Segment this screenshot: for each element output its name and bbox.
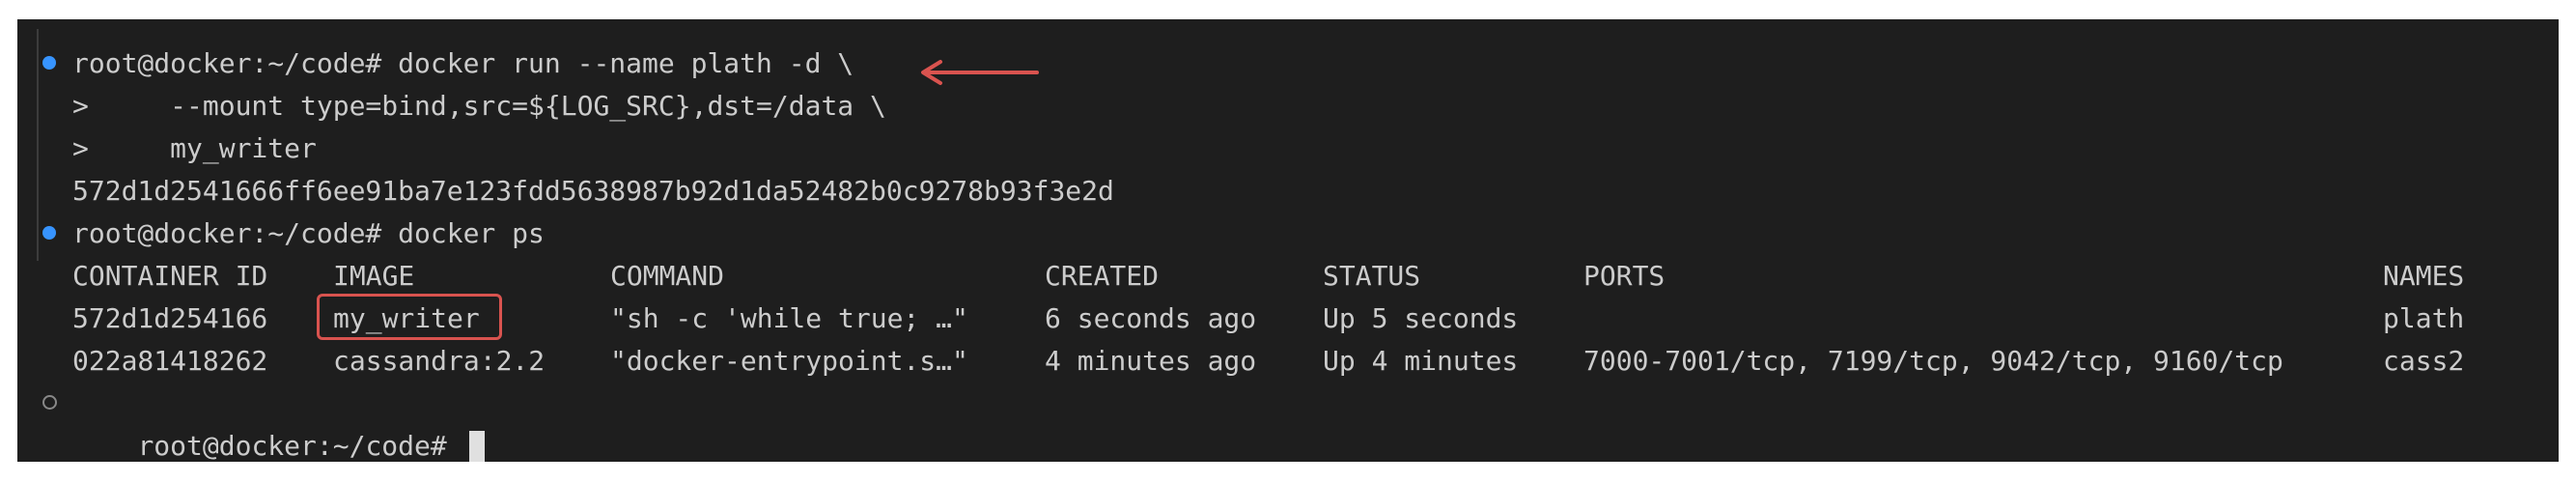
command-success-marker-icon[interactable] — [42, 56, 56, 70]
cell-status: Up 4 minutes — [1323, 345, 1519, 377]
terminal-panel[interactable]: root@docker:~/code# docker run --name pl… — [17, 19, 2559, 462]
terminal-cursor — [468, 431, 485, 462]
command-success-marker-icon[interactable] — [42, 226, 56, 240]
highlight-box-annotation — [317, 294, 502, 340]
command-gutter — [37, 29, 39, 261]
prompt-text: root@docker:~/code# — [137, 430, 463, 462]
header-container-id: CONTAINER ID — [72, 260, 268, 292]
cell-status: Up 5 seconds — [1323, 302, 1519, 334]
command-pending-marker-icon[interactable] — [42, 395, 57, 410]
command-line-docker-run: root@docker:~/code# docker run --name pl… — [72, 47, 854, 79]
cell-names: cass2 — [2383, 345, 2465, 377]
cell-ports: 7000-7001/tcp, 7199/tcp, 9042/tcp, 9160/… — [1583, 345, 2283, 377]
cell-created: 6 seconds ago — [1045, 302, 1257, 334]
cell-created: 4 minutes ago — [1045, 345, 1257, 377]
cell-container-id: 022a81418262 — [72, 345, 268, 377]
cell-command: "sh -c 'while true; …" — [610, 302, 968, 334]
cell-container-id: 572d1d254166 — [72, 302, 268, 334]
continuation-line-mount: > --mount type=bind,src=${LOG_SRC},dst=/… — [72, 90, 886, 122]
cell-image: cassandra:2.2 — [333, 345, 546, 377]
command-prompt[interactable]: root@docker:~/code# — [72, 383, 485, 462]
header-command: COMMAND — [610, 260, 725, 292]
arrow-left-icon — [921, 60, 1039, 85]
header-ports: PORTS — [1583, 260, 1666, 292]
cell-command: "docker-entrypoint.s…" — [610, 345, 968, 377]
header-names: NAMES — [2383, 260, 2465, 292]
header-status: STATUS — [1323, 260, 1421, 292]
header-created: CREATED — [1045, 260, 1160, 292]
continuation-line-image: > my_writer — [72, 132, 317, 164]
header-image: IMAGE — [333, 260, 415, 292]
cell-names: plath — [2383, 302, 2465, 334]
container-id-output: 572d1d2541666ff6ee91ba7e123fdd5638987b92… — [72, 175, 1114, 207]
command-line-docker-ps: root@docker:~/code# docker ps — [72, 217, 545, 249]
